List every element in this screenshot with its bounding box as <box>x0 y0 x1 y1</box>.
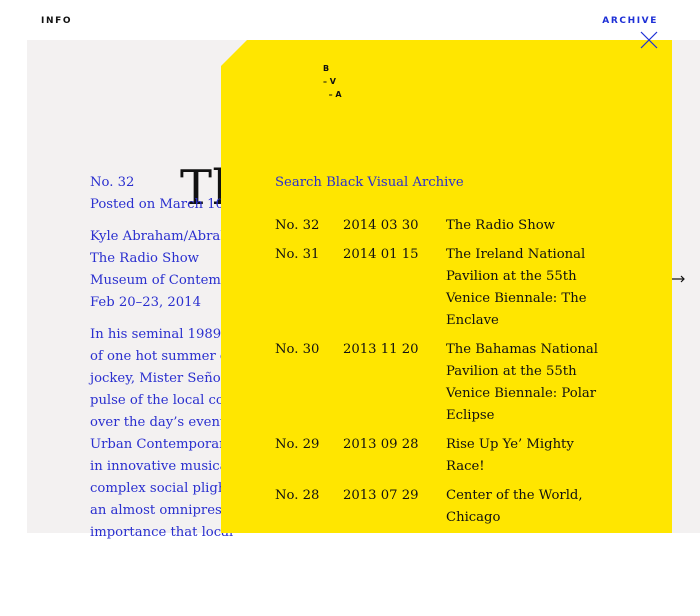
archive-entry[interactable]: No. 30 2013 11 20 The Bahamas National P… <box>275 339 655 427</box>
entry-title[interactable]: The Ireland National Pavilion at the 55t… <box>446 244 611 332</box>
logo-letter: – A <box>323 90 342 99</box>
entry-title[interactable]: The Radio Show <box>446 215 611 237</box>
entry-number: No. 31 <box>275 247 320 262</box>
entry-number: No. 30 <box>275 342 320 357</box>
archive-entry[interactable]: No. 31 2014 01 15 The Ireland National P… <box>275 244 655 332</box>
close-icon[interactable] <box>640 31 658 49</box>
archive-overlay: B – V – A Search Black Visual Archive No… <box>221 40 672 533</box>
entry-title[interactable]: The Progress of Love <box>446 587 611 609</box>
entry-date: 2013 09 28 <box>343 437 419 452</box>
nav-archive-link[interactable]: ARCHIVE <box>602 16 658 26</box>
archive-list: No. 32 2014 03 30 The Radio Show No. 31 … <box>275 215 655 609</box>
bva-logo[interactable]: B – V – A <box>323 62 342 101</box>
archive-entry[interactable]: No. 26 2013 06 10 The Progress of Love <box>275 587 655 609</box>
entry-number: No. 29 <box>275 437 320 452</box>
archive-search-link[interactable]: Search Black Visual Archive <box>275 175 464 190</box>
archive-entry[interactable]: No. 28 2013 07 29 Center of the World, C… <box>275 485 655 529</box>
arrow-right-icon[interactable] <box>672 269 686 283</box>
entry-title[interactable]: The Bahamas National Pavilion at the 55t… <box>446 339 611 427</box>
archive-entry[interactable]: No. 29 2013 09 28 Rise Up Ye’ Mighty Rac… <box>275 434 655 478</box>
entry-date: 2014 01 15 <box>343 247 419 262</box>
archive-entry[interactable]: No. 32 2014 03 30 The Radio Show <box>275 215 655 237</box>
logo-letter: – V <box>323 77 336 86</box>
entry-title[interactable]: Rise Up Ye’ Mighty Race! <box>446 434 611 478</box>
logo-letter: B <box>323 64 330 73</box>
entry-date: 2013 11 20 <box>343 342 419 357</box>
entry-number: No. 32 <box>275 218 320 233</box>
entry-date: 2014 03 30 <box>343 218 419 233</box>
entry-title[interactable]: Center of the World, Chicago <box>446 485 611 529</box>
entry-date: 2013 06 10 <box>343 590 419 605</box>
entry-date: 2013 07 29 <box>343 488 419 503</box>
nav-info-link[interactable]: INFO <box>41 16 72 26</box>
entry-number: No. 26 <box>275 590 320 605</box>
entry-number: No. 28 <box>275 488 320 503</box>
